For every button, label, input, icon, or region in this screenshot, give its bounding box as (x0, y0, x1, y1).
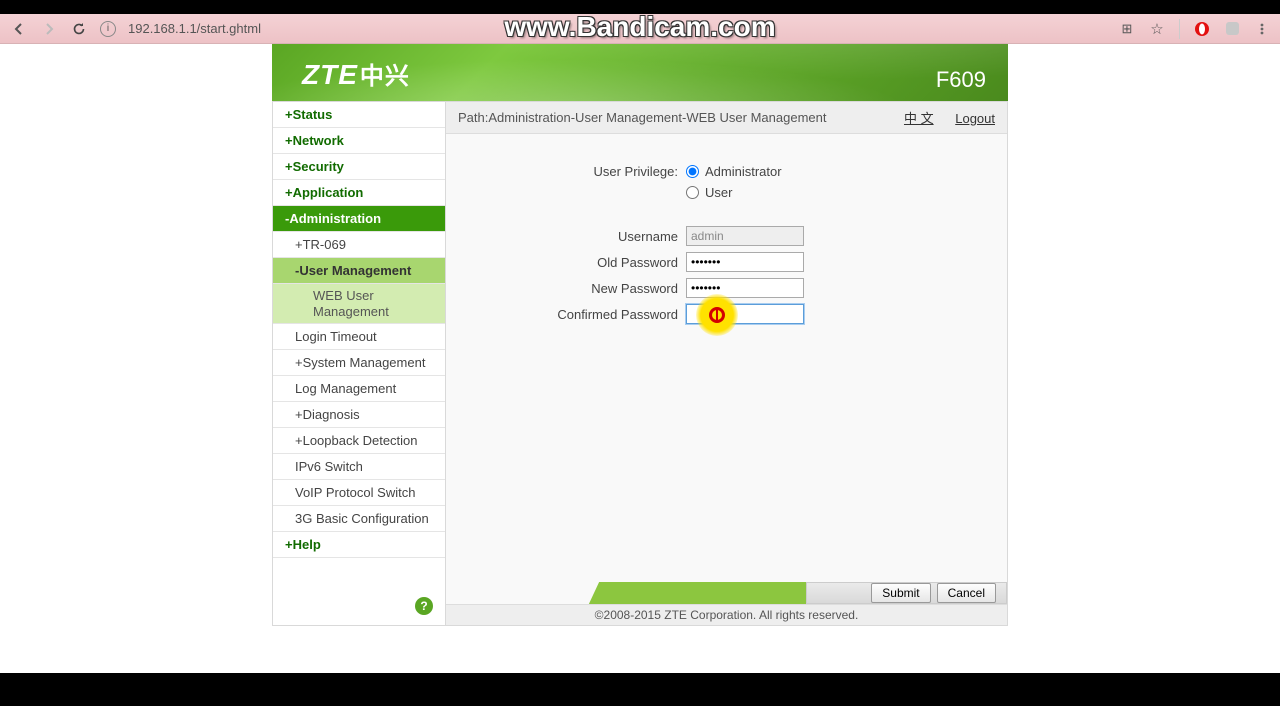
nav-login-timeout[interactable]: Login Timeout (273, 324, 445, 350)
nav-status[interactable]: +Status (273, 102, 445, 128)
nav-ipv6-switch[interactable]: IPv6 Switch (273, 454, 445, 480)
logo-cn: 中兴 (360, 56, 410, 91)
zte-logo: ZTE中兴 (302, 56, 410, 91)
nav-administration[interactable]: -Administration (273, 206, 445, 232)
confirmed-password-label: Confirmed Password (466, 307, 686, 322)
nav-log-management[interactable]: Log Management (273, 376, 445, 402)
username-label: Username (466, 229, 686, 244)
main-panel: Path:Administration-User Management-WEB … (446, 101, 1008, 626)
old-password-input[interactable] (686, 252, 804, 272)
recorder-watermark: www.Bandicam.com (504, 11, 775, 43)
opera-icon[interactable] (1194, 21, 1210, 37)
nav-tr069[interactable]: +TR-069 (273, 232, 445, 258)
nav-application[interactable]: +Application (273, 180, 445, 206)
radio-administrator-label: Administrator (705, 164, 782, 179)
nav-security[interactable]: +Security (273, 154, 445, 180)
letterbox-top (0, 0, 1280, 14)
logout-link[interactable]: Logout (955, 111, 995, 126)
radio-administrator[interactable] (686, 165, 699, 178)
nav-system-management[interactable]: +System Management (273, 350, 445, 376)
submit-button[interactable]: Submit (871, 583, 930, 603)
translate-icon[interactable]: ⊞ (1119, 21, 1135, 37)
page-viewport: ZTE中兴 F609 +Status +Network +Security +A… (0, 44, 1280, 673)
nav-web-user-management[interactable]: WEB User Management (273, 284, 445, 324)
confirmed-password-input[interactable] (686, 304, 804, 324)
nav-voip-switch[interactable]: VoIP Protocol Switch (273, 480, 445, 506)
cancel-button[interactable]: Cancel (937, 583, 996, 603)
radio-user[interactable] (686, 186, 699, 199)
radio-user-label: User (705, 185, 732, 200)
reload-button[interactable] (70, 20, 88, 38)
action-bar: Submit Cancel (446, 582, 1007, 604)
address-text[interactable]: 192.168.1.1/start.ghtml (128, 21, 261, 36)
site-info-icon[interactable]: i (100, 21, 116, 37)
help-icon[interactable]: ? (415, 597, 433, 615)
copyright-text: ©2008-2015 ZTE Corporation. All rights r… (446, 604, 1007, 625)
bookmark-star-icon[interactable]: ☆ (1149, 21, 1165, 37)
browser-toolbar: i 192.168.1.1/start.ghtml www.Bandicam.c… (0, 14, 1280, 44)
nav-network[interactable]: +Network (273, 128, 445, 154)
nav-loopback-detection[interactable]: +Loopback Detection (273, 428, 445, 454)
nav-user-management[interactable]: -User Management (273, 258, 445, 284)
new-password-label: New Password (466, 281, 686, 296)
forward-button[interactable] (40, 20, 58, 38)
menu-icon[interactable] (1254, 21, 1270, 37)
logo-en: ZTE (302, 59, 358, 91)
model-label: F609 (936, 67, 986, 93)
user-form: User Privilege: Administrator User (446, 134, 1007, 350)
nav-3g-config[interactable]: 3G Basic Configuration (273, 506, 445, 532)
nav-help[interactable]: +Help (273, 532, 445, 558)
language-link[interactable]: 中 文 (904, 111, 934, 126)
new-password-input[interactable] (686, 278, 804, 298)
sidebar: +Status +Network +Security +Application … (272, 101, 446, 626)
old-password-label: Old Password (466, 255, 686, 270)
username-input (686, 226, 804, 246)
letterbox-bottom (0, 673, 1280, 706)
back-button[interactable] (10, 20, 28, 38)
breadcrumb-text: Path:Administration-User Management-WEB … (458, 110, 826, 125)
extension-icon[interactable] (1224, 21, 1240, 37)
nav-diagnosis[interactable]: +Diagnosis (273, 402, 445, 428)
banner: ZTE中兴 F609 (272, 44, 1008, 101)
toolbar-separator (1179, 19, 1180, 39)
router-admin-container: ZTE中兴 F609 +Status +Network +Security +A… (272, 44, 1008, 626)
user-privilege-label: User Privilege: (466, 164, 686, 179)
breadcrumb-bar: Path:Administration-User Management-WEB … (446, 102, 1007, 134)
